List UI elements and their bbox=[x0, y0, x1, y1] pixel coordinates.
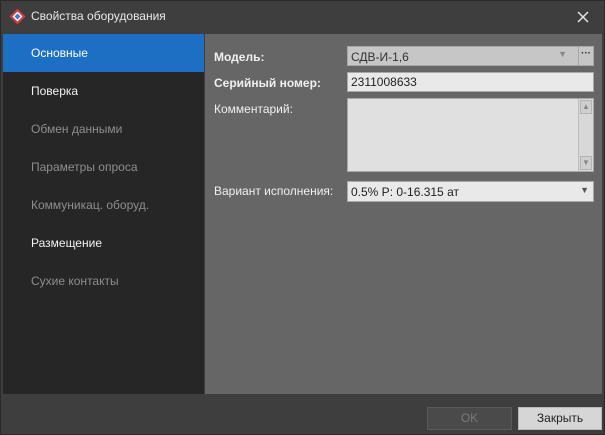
model-select[interactable]: СДВ-И-1,6 ▼ bbox=[347, 46, 580, 66]
ok-button[interactable]: OK bbox=[427, 407, 512, 430]
model-browse-button[interactable]: ··· bbox=[578, 46, 594, 66]
general-settings-panel: Модель: СДВ-И-1,6 ▼ ··· Серийный номер: … bbox=[205, 34, 602, 394]
equipment-properties-dialog: Свойства оборудования Основные Поверка О… bbox=[0, 0, 605, 435]
serial-number-input[interactable] bbox=[347, 72, 594, 92]
chevron-down-icon: ▼ bbox=[558, 49, 567, 59]
sidebar-item-placement[interactable]: Размещение bbox=[3, 224, 204, 262]
sidebar-item-dry-contacts[interactable]: Сухие контакты bbox=[3, 262, 204, 300]
dialog-footer: OK Закрыть bbox=[1, 394, 604, 434]
scroll-up-icon[interactable]: ▲ bbox=[580, 100, 592, 114]
close-icon[interactable] bbox=[572, 6, 594, 28]
title-bar: Свойства оборудования bbox=[1, 1, 604, 32]
comment-textarea[interactable]: ▲ ▼ bbox=[347, 98, 594, 172]
comment-label: Комментарий: bbox=[214, 102, 293, 116]
sidebar-item-data-exchange[interactable]: Обмен данными bbox=[3, 110, 204, 148]
variant-value: 0.5% P: 0-16.315 ат bbox=[351, 185, 459, 199]
chevron-down-icon: ▼ bbox=[580, 185, 589, 195]
app-diamond-icon bbox=[9, 8, 26, 25]
sidebar: Основные Поверка Обмен данными Параметры… bbox=[3, 34, 204, 394]
sidebar-item-verification[interactable]: Поверка bbox=[3, 72, 204, 110]
scroll-down-icon[interactable]: ▼ bbox=[580, 156, 592, 170]
serial-number-label: Серийный номер: bbox=[214, 76, 321, 90]
model-label: Модель: bbox=[214, 50, 265, 64]
model-value: СДВ-И-1,6 bbox=[351, 50, 409, 64]
close-button[interactable]: Закрыть bbox=[518, 407, 602, 430]
sidebar-item-general[interactable]: Основные bbox=[3, 34, 204, 72]
comment-scrollbar[interactable]: ▲ ▼ bbox=[578, 99, 593, 171]
sidebar-item-comm-equipment[interactable]: Коммуникац. оборуд. bbox=[3, 186, 204, 224]
sidebar-item-polling-params[interactable]: Параметры опроса bbox=[3, 148, 204, 186]
variant-label: Вариант исполнения: bbox=[214, 184, 334, 198]
variant-select[interactable]: 0.5% P: 0-16.315 ат ▼ bbox=[347, 181, 594, 202]
window-title: Свойства оборудования bbox=[31, 9, 166, 23]
